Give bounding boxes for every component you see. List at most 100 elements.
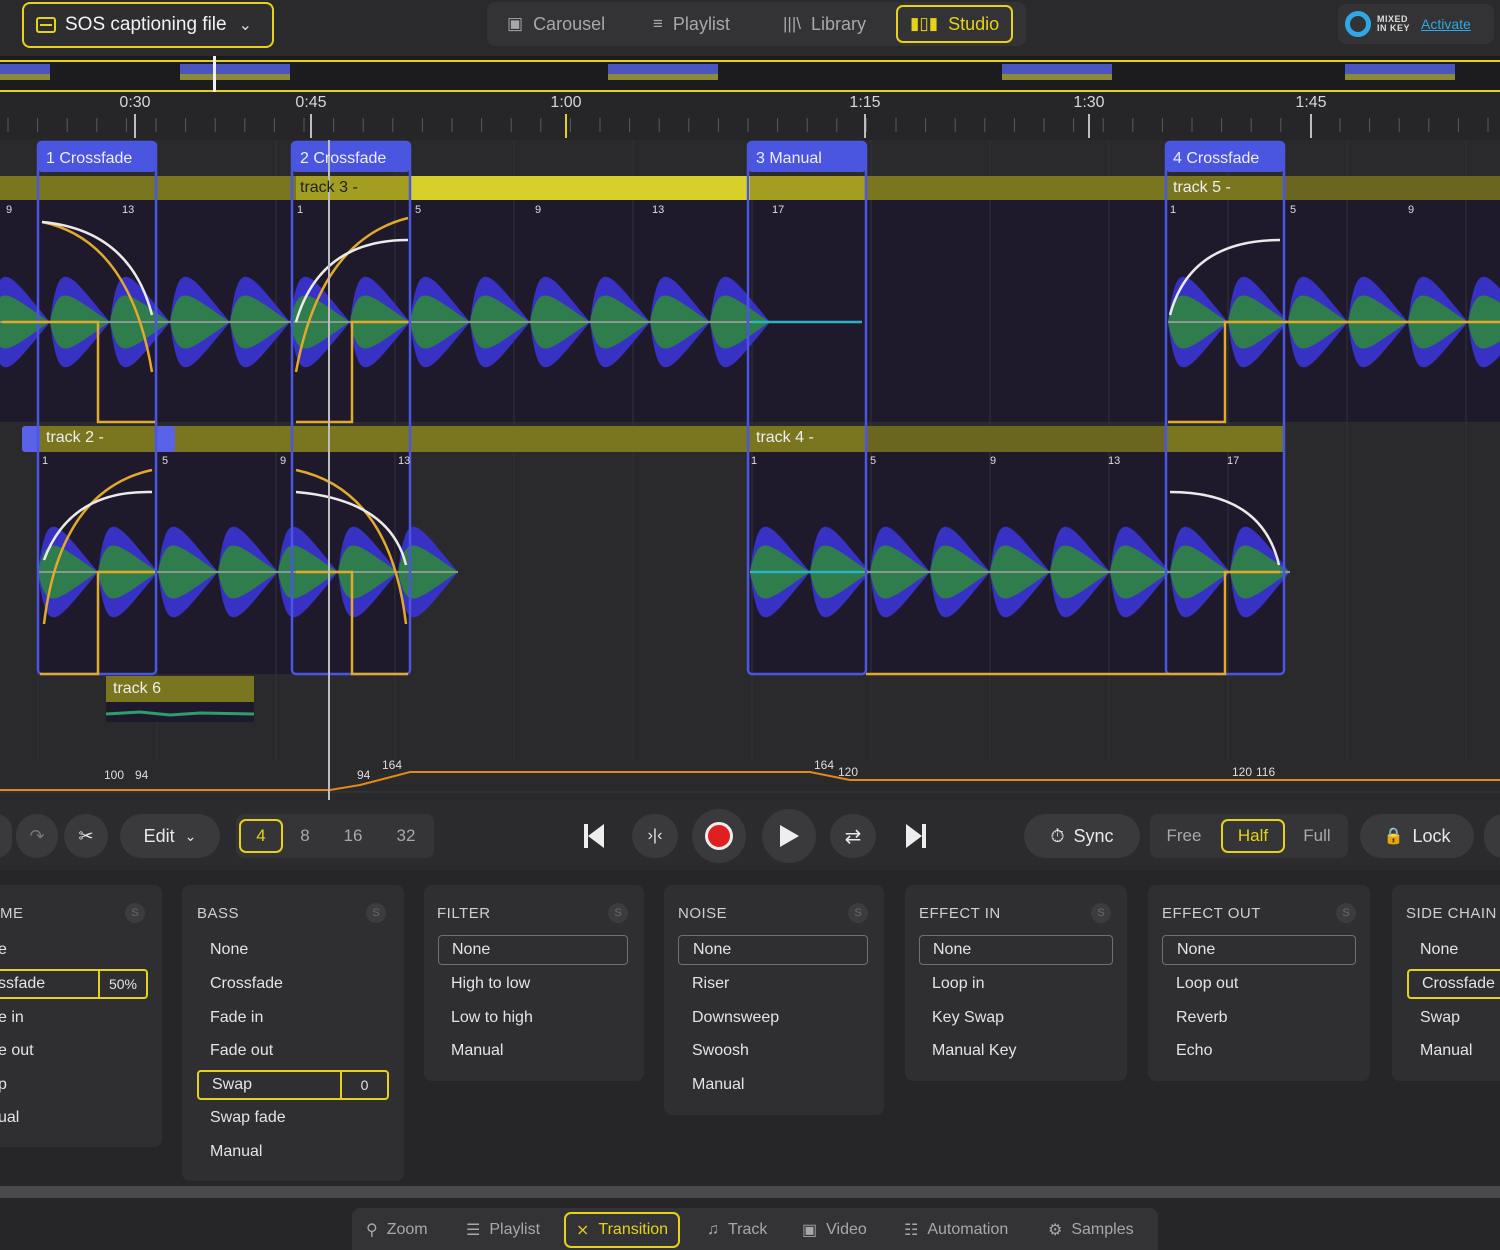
track-label-3[interactable]: track 3 -	[300, 179, 358, 197]
snap-mode-half[interactable]: Half	[1221, 819, 1285, 853]
nav-zoom[interactable]: ⚲ Zoom	[366, 1212, 428, 1248]
bpm-label: 120	[838, 765, 859, 779]
panel-option[interactable]: Manual	[692, 1070, 862, 1100]
nav-automation[interactable]: ☷ Automation	[904, 1212, 1008, 1248]
panel-option[interactable]: Fade in	[210, 1003, 380, 1033]
more-button[interactable]	[1484, 814, 1500, 858]
lock-icon: 🔒	[1383, 828, 1404, 845]
beat-marker: 13	[652, 204, 665, 216]
time-ruler[interactable]: 0:30 0:45 1:00 1:15 1:30 1:45	[0, 92, 1500, 140]
sync-button[interactable]: ⏱ Sync	[1024, 814, 1140, 858]
solo-icon[interactable]: S	[608, 903, 628, 923]
transition-label-1[interactable]: 1 Crossfade	[46, 150, 132, 168]
redo-button[interactable]: ↷	[16, 814, 58, 858]
solo-icon[interactable]: S	[1336, 903, 1356, 923]
panel-option[interactable]: Manual Key	[932, 1036, 1102, 1066]
cue-button[interactable]: ›|‹	[632, 814, 678, 858]
panel-option[interactable]: Crossfade	[210, 969, 380, 999]
panel-option-selected[interactable]: None	[438, 935, 628, 965]
panel-option[interactable]: Low to high	[451, 1003, 621, 1033]
panel-option[interactable]: ual	[0, 1103, 138, 1133]
panel-option-selected[interactable]: None	[678, 935, 868, 965]
panel-option[interactable]: Loop out	[1176, 969, 1346, 999]
timeline-tracks[interactable]: 1 Crossfade 2 Crossfade 3 Manual 4 Cross…	[0, 140, 1500, 800]
overview-strip[interactable]	[0, 56, 1500, 94]
panel-option[interactable]: Manual	[451, 1036, 621, 1066]
panel-option[interactable]: Downsweep	[692, 1003, 862, 1033]
samples-icon: ⚙	[1048, 1222, 1063, 1239]
file-selector-button[interactable]: SOS captioning file ⌄	[22, 2, 274, 48]
solo-icon[interactable]: S	[1091, 903, 1111, 923]
panel-option-selected[interactable]: None	[919, 935, 1113, 965]
panel-option[interactable]: Manual	[1420, 1036, 1500, 1066]
panel-option[interactable]: Key Swap	[932, 1003, 1102, 1033]
solo-icon[interactable]: S	[848, 903, 868, 923]
tab-playlist[interactable]: ≡ Playlist	[653, 5, 730, 43]
nav-transition[interactable]: ⨯ Transition	[564, 1212, 681, 1248]
activate-link[interactable]: Activate	[1421, 16, 1471, 32]
track-label-4[interactable]: track 4 -	[756, 429, 814, 447]
panel-option[interactable]: p	[0, 1070, 138, 1100]
snap-mode-full[interactable]: Full	[1292, 819, 1342, 853]
snap-mode-free[interactable]: Free	[1158, 819, 1210, 853]
tab-studio[interactable]: ▮▯▮ Studio	[896, 5, 1014, 43]
panel-divider[interactable]	[0, 1186, 1500, 1198]
panel-option[interactable]: Loop in	[932, 969, 1102, 999]
panel-option-selected[interactable]: Crossfade	[1407, 969, 1500, 999]
undo-button[interactable]	[0, 814, 12, 858]
panel-option[interactable]: Riser	[692, 969, 862, 999]
lock-button[interactable]: 🔒 Lock	[1360, 814, 1474, 858]
solo-icon[interactable]: S	[366, 903, 386, 923]
transition-label-4[interactable]: 4 Crossfade	[1173, 150, 1259, 168]
beat-marker: 5	[415, 204, 422, 216]
skip-back-button[interactable]	[580, 822, 610, 850]
panel-option-selected[interactable]: ssfade 50%	[0, 969, 148, 999]
skip-forward-button[interactable]	[900, 822, 930, 850]
bpm-label: 120	[1232, 765, 1253, 779]
record-button[interactable]	[692, 809, 746, 863]
panel-option-selected[interactable]: Swap 0	[197, 1070, 389, 1100]
nav-video[interactable]: ▣ Video	[802, 1212, 867, 1248]
panel-option[interactable]: None	[210, 935, 380, 965]
panel-option[interactable]: e	[0, 935, 138, 965]
record-icon	[705, 822, 733, 850]
panel-option[interactable]: Fade out	[210, 1036, 380, 1066]
solo-icon[interactable]: S	[125, 903, 145, 923]
edit-dropdown[interactable]: Edit ⌄	[120, 814, 220, 858]
track-label-6[interactable]: track 6	[113, 680, 161, 698]
panel-option[interactable]: Swap	[1420, 1003, 1500, 1033]
panel-option-selected[interactable]: None	[1162, 935, 1356, 965]
loop-button[interactable]: ⇄	[830, 814, 876, 858]
transition-label-2[interactable]: 2 Crossfade	[300, 150, 386, 168]
nav-track[interactable]: ♫ Track	[707, 1212, 767, 1248]
panel-option[interactable]: e in	[0, 1003, 138, 1033]
nav-samples[interactable]: ⚙ Samples	[1048, 1212, 1134, 1248]
panel-option[interactable]: Reverb	[1176, 1003, 1346, 1033]
panel-option[interactable]: Swap fade	[210, 1103, 380, 1133]
panel-option[interactable]: e out	[0, 1036, 138, 1066]
option-value[interactable]: 0	[340, 1070, 387, 1100]
nav-playlist[interactable]: ☰ Playlist	[466, 1212, 540, 1248]
beat-marker: 17	[772, 204, 785, 216]
tab-carousel[interactable]: ▣ Carousel	[507, 5, 605, 43]
tab-library[interactable]: |||\ Library	[783, 5, 866, 43]
track-label-2[interactable]: track 2 -	[46, 429, 104, 447]
split-button[interactable]: ✂	[64, 814, 108, 858]
panel-option[interactable]: High to low	[451, 969, 621, 999]
transition-label-3[interactable]: 3 Manual	[756, 150, 822, 168]
play-button[interactable]	[762, 809, 816, 863]
loop-length-option[interactable]: 32	[386, 819, 426, 853]
panel-option[interactable]: None	[1420, 935, 1500, 965]
edit-label: Edit	[143, 825, 175, 846]
beat-marker: 13	[1108, 455, 1121, 467]
track-label-5[interactable]: track 5 -	[1173, 179, 1231, 197]
option-value[interactable]: 50%	[98, 969, 146, 999]
stopwatch-icon: ⏱	[1050, 825, 1065, 846]
panel-option[interactable]: Swoosh	[692, 1036, 862, 1066]
loop-length-option[interactable]: 16	[333, 819, 373, 853]
panel-option[interactable]: Manual	[210, 1137, 380, 1167]
panel-option[interactable]: Echo	[1176, 1036, 1346, 1066]
loop-length-option[interactable]: 4	[239, 819, 283, 853]
loop-length-option[interactable]: 8	[287, 819, 323, 853]
nav-label: Video	[826, 1221, 867, 1238]
